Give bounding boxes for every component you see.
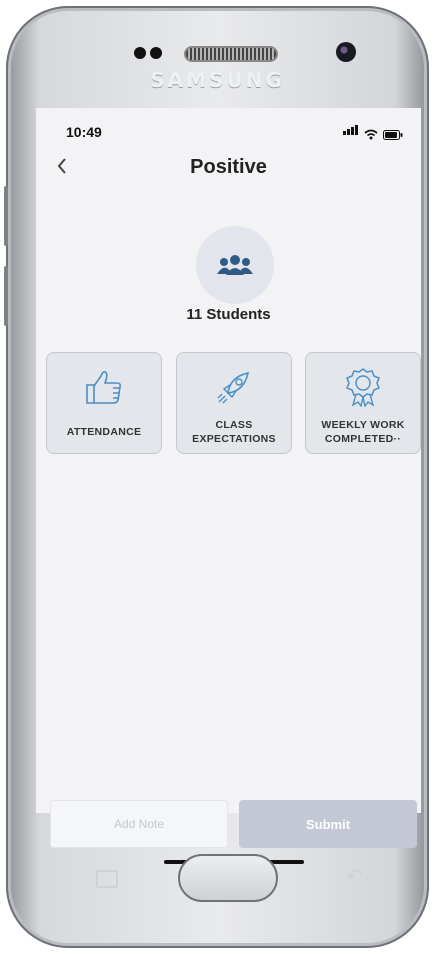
users-icon — [217, 255, 253, 275]
group-avatar — [196, 226, 274, 304]
students-count: 11 Students — [186, 306, 271, 323]
battery-icon — [383, 130, 403, 140]
behavior-label-line2: EXPECTATIONS — [192, 433, 276, 445]
page-title: Positive — [190, 156, 267, 178]
sensor-dots — [134, 46, 166, 64]
award-ribbon-icon — [346, 368, 380, 407]
recent-apps-key[interactable] — [96, 870, 118, 888]
behavior-label-line1: WEEKLY WORK — [321, 419, 405, 431]
app-screen: 10:49 Positive 11 Students ATTENDANCE CL… — [36, 108, 421, 813]
top-bezel: SAMSUNG — [6, 6, 429, 111]
volume-button — [4, 266, 8, 326]
rocket-icon — [217, 371, 250, 404]
thumbs-up-icon — [86, 371, 121, 404]
home-key[interactable] — [178, 854, 278, 902]
volume-button — [4, 186, 8, 246]
behavior-card-attendance[interactable]: ATTENDANCE — [46, 352, 162, 454]
behavior-label-line2: COMPLETED·· — [324, 433, 402, 445]
earpiece-speaker — [184, 46, 278, 62]
wifi-icon — [364, 129, 378, 140]
status-time: 10:49 — [66, 124, 102, 140]
behavior-card-weekly-work[interactable]: WEEKLY WORK COMPLETED·· — [305, 352, 421, 454]
signal-icon — [343, 122, 359, 140]
behavior-card-class-expectations[interactable]: CLASS EXPECTATIONS — [176, 352, 292, 454]
phone-frame: SAMSUNG 10:49 Positive 11 Students ATTEN… — [4, 6, 429, 948]
back-key-icon[interactable]: ↶ — [346, 864, 363, 889]
status-icons — [343, 122, 403, 140]
brand-logo: SAMSUNG — [150, 68, 285, 92]
behavior-label: ATTENDANCE — [66, 426, 142, 438]
behavior-label-line1: CLASS — [215, 419, 253, 431]
front-camera — [336, 42, 356, 62]
